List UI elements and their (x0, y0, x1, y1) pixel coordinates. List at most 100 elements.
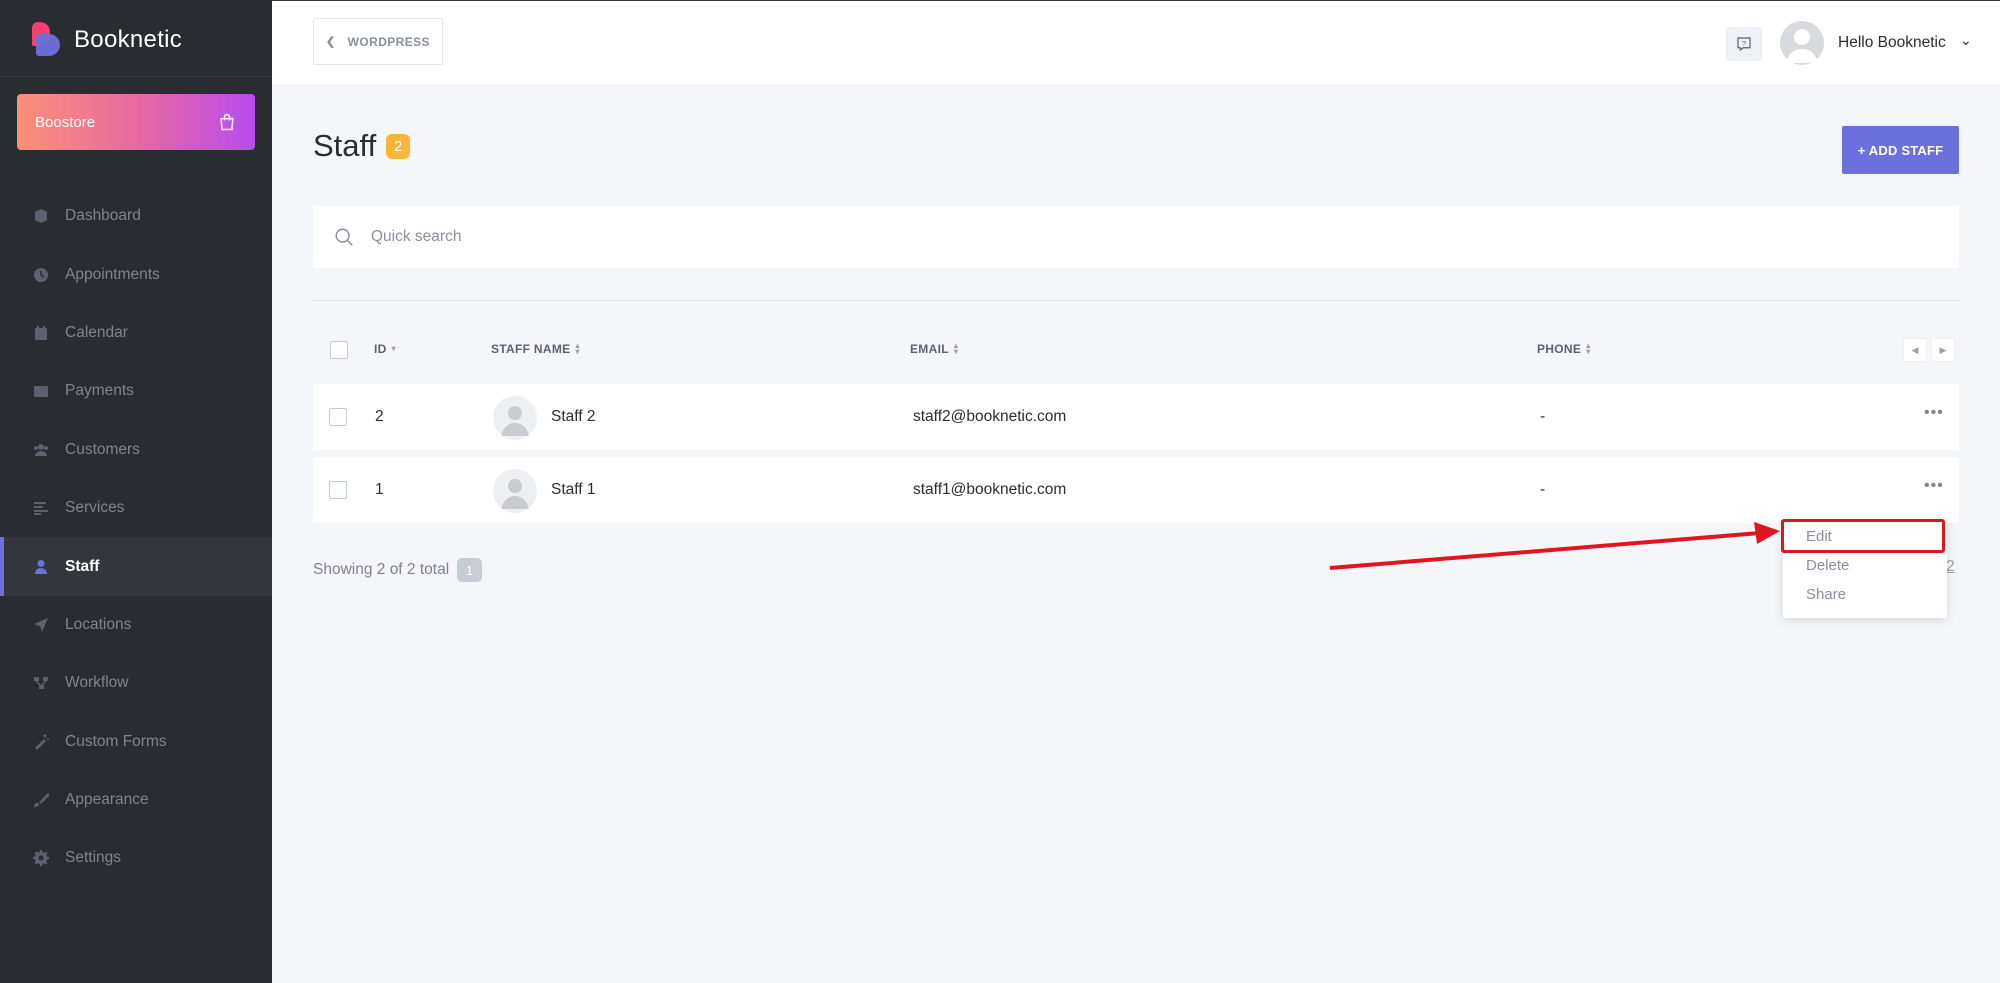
annotation-highlight-box (1781, 519, 1945, 553)
sidebar-divider (0, 76, 272, 77)
staff-id: 1 (375, 481, 384, 498)
list-icon (32, 499, 50, 517)
cube-icon (32, 207, 50, 225)
caret-left-icon[interactable]: ◀ (1903, 338, 1927, 362)
sidebar-item-workflow[interactable]: Workflow (0, 654, 272, 712)
sidebar-item-label: Locations (65, 615, 132, 633)
sidebar-item-custom-forms[interactable]: Custom Forms (0, 713, 272, 771)
sidebar-item-staff[interactable]: Staff (0, 537, 272, 597)
column-email-label: EMAIL (910, 342, 949, 356)
sidebar-item-label: Settings (65, 849, 122, 867)
magic-wand-icon (32, 733, 50, 751)
select-all-checkbox[interactable] (330, 341, 348, 359)
search-bar (313, 206, 1959, 268)
sidebar-item-label: Services (65, 499, 125, 517)
add-staff-button[interactable]: + ADD STAFF (1842, 126, 1959, 174)
pagination-summary: Showing 2 of 2 total 1 (313, 558, 483, 582)
current-page-badge[interactable]: 1 (457, 558, 483, 582)
sidebar-item-payments[interactable]: Payments (0, 362, 272, 420)
pagination-link[interactable]: 2 (1946, 558, 1955, 576)
workflow-icon (32, 674, 50, 692)
sort-icon: ▴ ▾ (953, 341, 959, 356)
more-actions-icon[interactable]: ••• (1924, 477, 1944, 495)
staff-phone: - (1540, 481, 1546, 498)
staff-count-badge: 2 (386, 133, 411, 159)
row-checkbox[interactable] (329, 481, 347, 499)
user-avatar[interactable] (1780, 21, 1824, 65)
menu-item-share[interactable]: Share (1806, 586, 1846, 603)
column-name-label: STAFF NAME (491, 342, 571, 356)
booknetic-logo-icon (32, 22, 62, 58)
column-id[interactable]: ID ▾ (374, 342, 396, 356)
sidebar-item-label: Workflow (65, 674, 129, 692)
staff-email: staff2@booknetic.com (913, 408, 1067, 425)
staff-avatar (493, 396, 537, 440)
sidebar-menu: Dashboard Appointments Calendar Payments… (0, 187, 272, 888)
sidebar-item-label: Customers (65, 440, 140, 458)
sidebar: Booknetic Boostore Dashboard Appointment… (0, 0, 272, 983)
svg-text:?: ? (1742, 39, 1746, 48)
staff-email: staff1@booknetic.com (913, 481, 1067, 498)
sidebar-item-label: Staff (65, 557, 100, 575)
chevron-down-icon[interactable]: ⌄ (1960, 32, 1972, 49)
more-actions-icon[interactable]: ••• (1924, 404, 1944, 422)
section-divider (313, 300, 1959, 301)
page-title-text: Staff (313, 128, 377, 163)
sidebar-item-dashboard[interactable]: Dashboard (0, 187, 272, 245)
sidebar-item-services[interactable]: Services (0, 479, 272, 537)
shopping-bag-icon (220, 113, 234, 131)
sidebar-item-customers[interactable]: Customers (0, 421, 272, 479)
wallet-icon (32, 382, 50, 400)
sidebar-item-label: Calendar (65, 323, 128, 341)
app-name: Booknetic (74, 26, 183, 53)
column-staff-name[interactable]: STAFF NAME ▴ ▾ (491, 341, 580, 357)
top-bar: ❮ WORDPRESS ? Hello Booknetic ⌄ (272, 0, 2000, 84)
sidebar-item-appearance[interactable]: Appearance (0, 771, 272, 829)
sort-desc-icon: ▾ (391, 344, 396, 353)
menu-item-delete[interactable]: Delete (1806, 557, 1849, 574)
app-logo[interactable]: Booknetic (32, 20, 182, 60)
showing-text: Showing 2 of 2 total (313, 561, 450, 578)
location-arrow-icon (32, 616, 50, 634)
user-icon (32, 558, 50, 576)
page-title: Staff 2 (313, 128, 411, 164)
column-id-label: ID (374, 342, 387, 356)
sidebar-item-label: Payments (65, 382, 134, 400)
sidebar-item-label: Dashboard (65, 207, 141, 225)
staff-name: Staff 2 (551, 408, 596, 425)
brush-icon (32, 791, 50, 809)
staff-avatar (493, 469, 537, 513)
sidebar-item-settings[interactable]: Settings (0, 829, 272, 887)
calendar-icon (32, 324, 50, 342)
boostore-button[interactable]: Boostore (17, 94, 255, 150)
staff-phone: - (1540, 408, 1546, 425)
sidebar-item-label: Custom Forms (65, 732, 167, 750)
caret-right-icon[interactable]: ▶ (1931, 338, 1955, 362)
column-phone-label: PHONE (1537, 342, 1582, 356)
staff-name: Staff 1 (551, 481, 596, 498)
clock-icon (32, 266, 50, 284)
boostore-label: Boostore (35, 113, 96, 131)
staff-id: 2 (375, 408, 384, 425)
search-icon (335, 228, 353, 246)
table-header: ID ▾ STAFF NAME ▴ ▾ EMAIL ▴ ▾ PHONE ▴ ▾ ◀ ▶ (313, 332, 1959, 368)
gear-icon (32, 849, 50, 867)
search-input[interactable] (371, 228, 971, 246)
sidebar-item-label: Appointments (65, 265, 160, 283)
sidebar-item-calendar[interactable]: Calendar (0, 304, 272, 362)
table-row[interactable]: 2 Staff 2 staff2@booknetic.com - ••• (313, 384, 1959, 450)
sidebar-item-locations[interactable]: Locations (0, 596, 272, 654)
users-icon (32, 441, 50, 459)
user-greeting[interactable]: Hello Booknetic (1838, 34, 1946, 52)
table-row[interactable]: 1 Staff 1 staff1@booknetic.com - ••• (313, 457, 1959, 523)
help-button[interactable]: ? (1726, 27, 1762, 61)
column-phone[interactable]: PHONE ▴ ▾ (1537, 341, 1591, 357)
sort-icon: ▴ ▾ (575, 341, 580, 356)
column-scroll-controls: ◀ ▶ (1903, 338, 1955, 362)
column-email[interactable]: EMAIL ▴ ▾ (910, 341, 959, 357)
back-label: WORDPRESS (347, 34, 430, 49)
sidebar-item-appointments[interactable]: Appointments (0, 245, 272, 303)
row-checkbox[interactable] (329, 408, 347, 426)
sort-icon: ▴ ▾ (1586, 341, 1591, 356)
back-to-wordpress-button[interactable]: ❮ WORDPRESS (313, 18, 443, 65)
